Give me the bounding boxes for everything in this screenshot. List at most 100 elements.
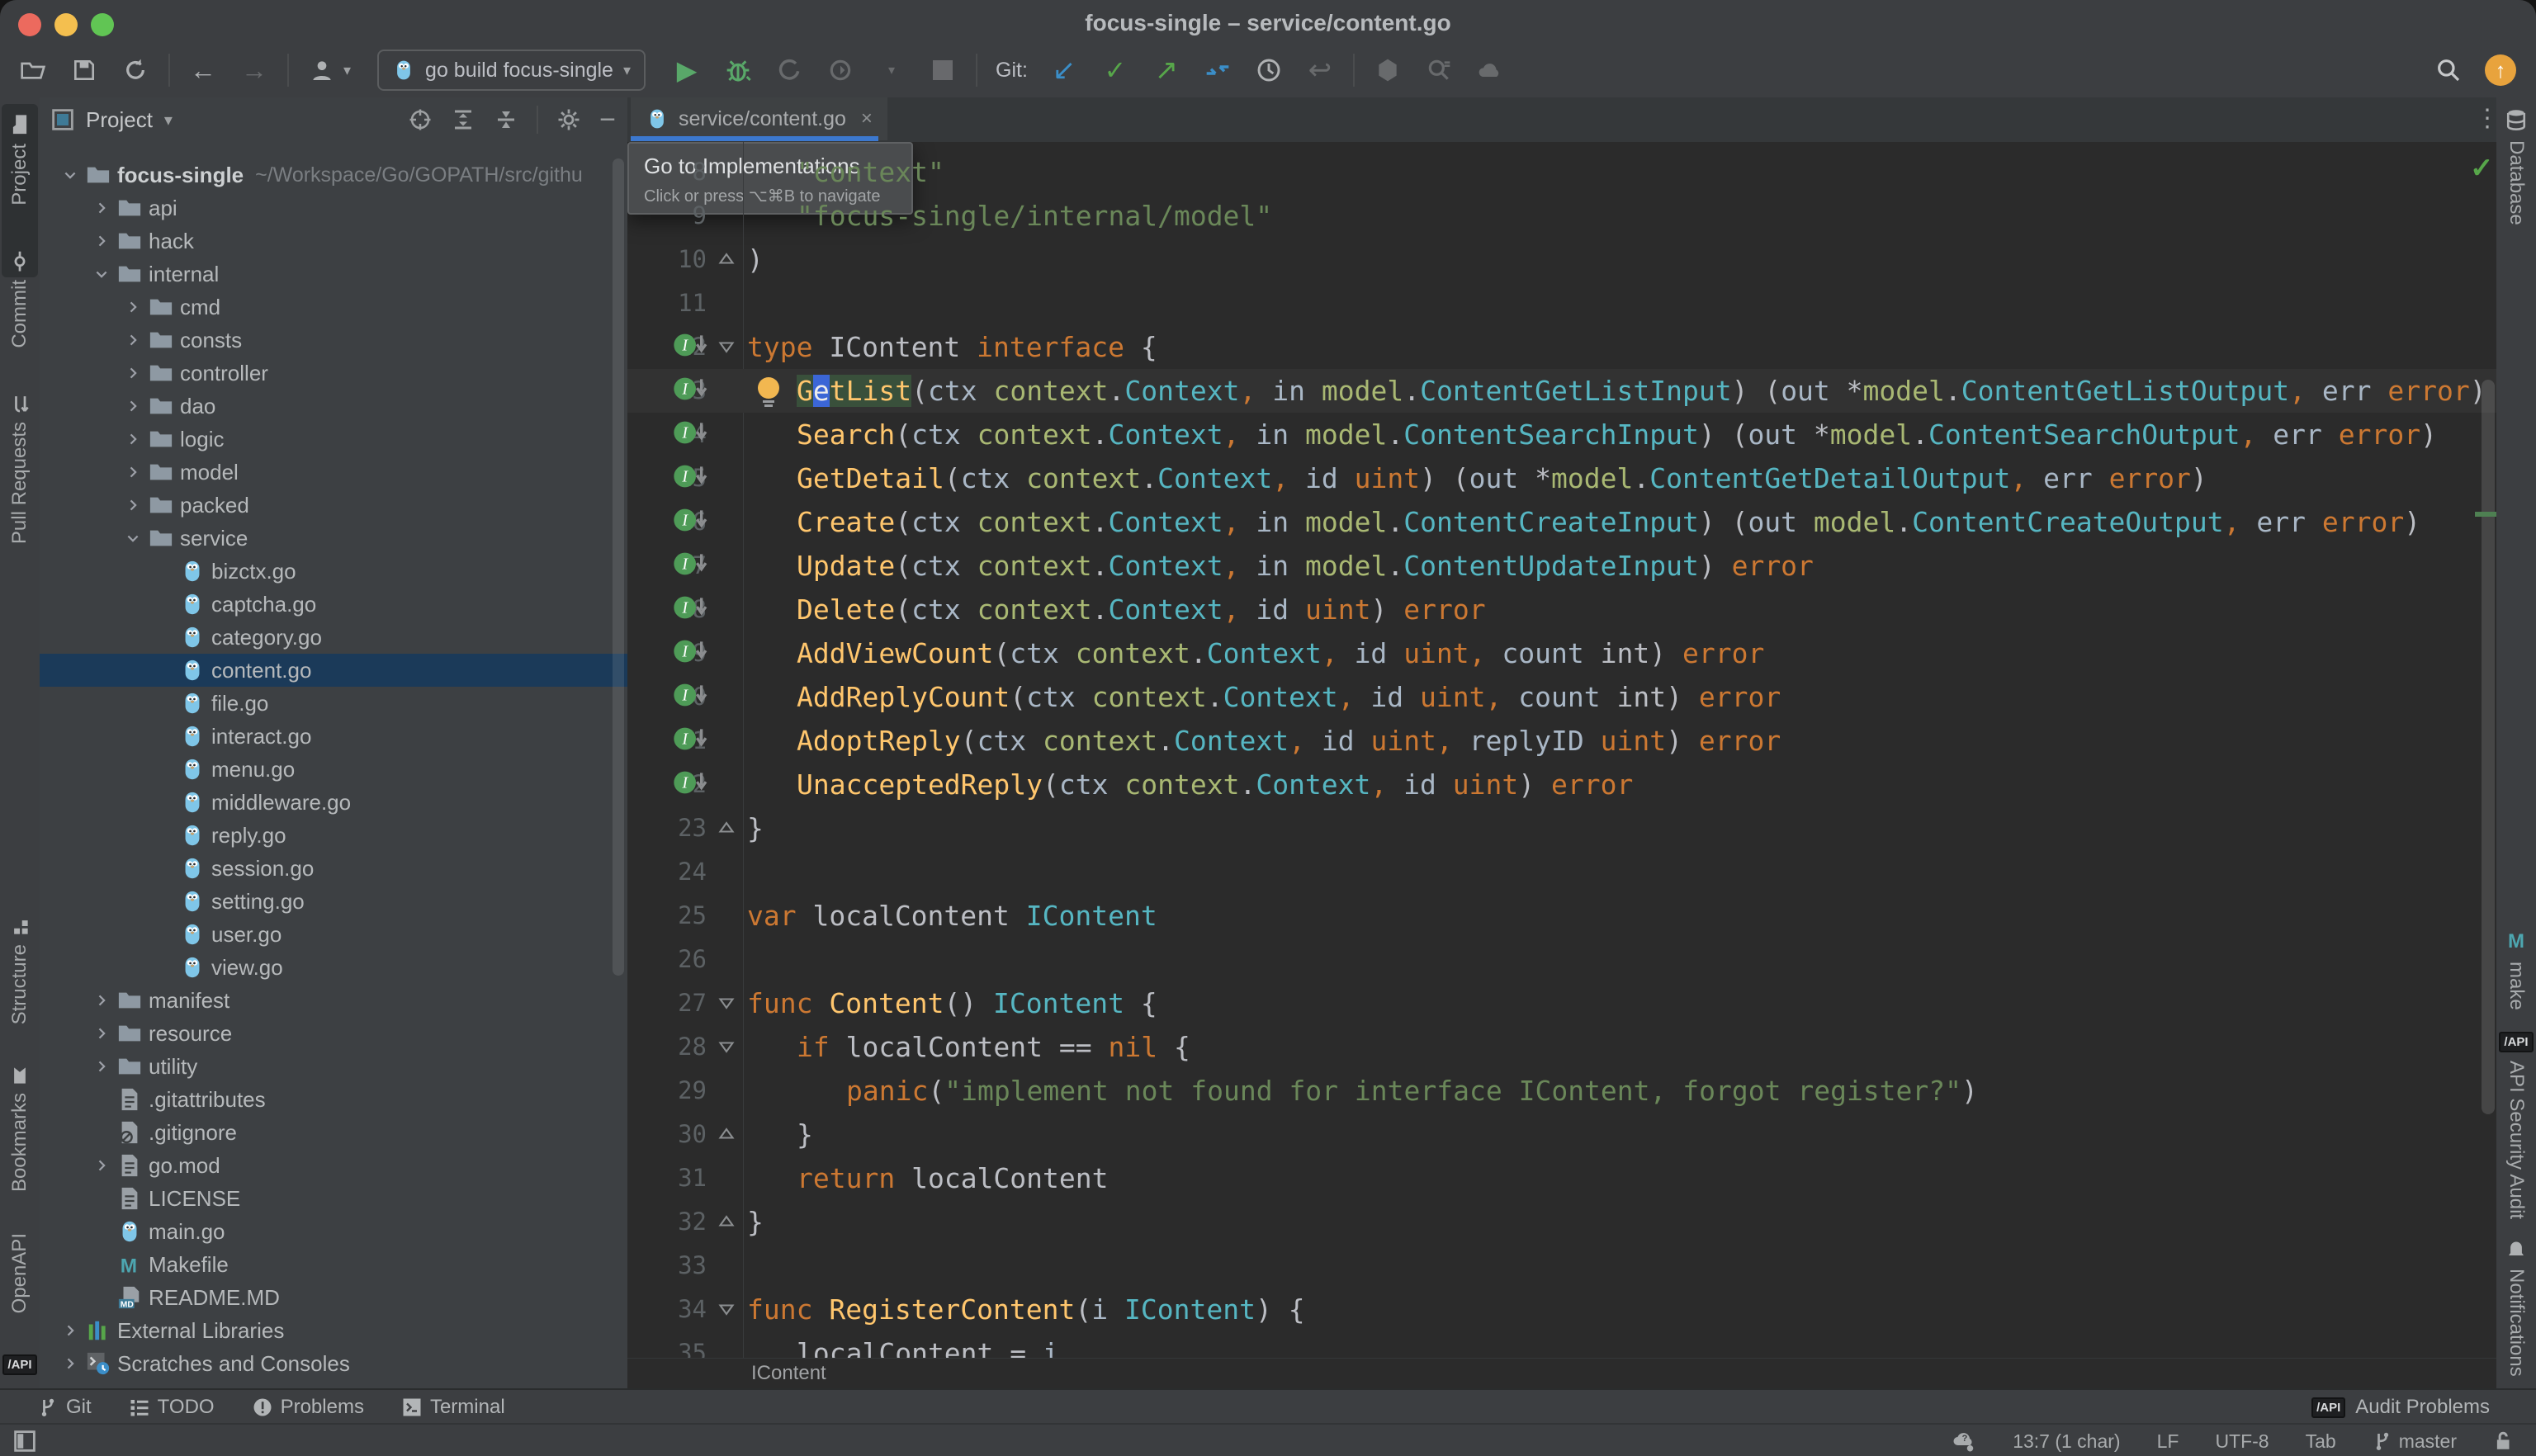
tree-row-packed[interactable]: packed [40, 489, 627, 522]
code-line-8[interactable]: 8"context" [627, 150, 2496, 194]
fold-marker-icon[interactable] [717, 1124, 736, 1144]
toolwindow-tab-git[interactable]: Git [38, 1396, 92, 1419]
git-update-icon[interactable]: ↙ [1049, 55, 1079, 85]
tree-row-cmd[interactable]: cmd [40, 291, 627, 324]
tree-chevron-icon[interactable] [54, 1355, 86, 1372]
tree-chevron-icon[interactable] [86, 1058, 117, 1075]
forward-icon[interactable]: → [239, 55, 269, 85]
tree-row-dao[interactable]: dao [40, 390, 627, 423]
fold-marker-icon[interactable] [717, 1299, 736, 1319]
code-line-21[interactable]: 21IAdoptReply(ctx context.Context, id ui… [627, 719, 2496, 763]
database-icon[interactable] [2505, 109, 2527, 130]
code-line-22[interactable]: 22IUnacceptedReply(ctx context.Context, … [627, 763, 2496, 806]
locate-file-icon[interactable] [408, 107, 433, 132]
code-line-27[interactable]: 27func Content() IContent { [627, 981, 2496, 1025]
code-line-30[interactable]: 30} [627, 1113, 2496, 1156]
git-branch-widget[interactable]: master [2373, 1430, 2457, 1453]
tree-chevron-icon[interactable] [86, 992, 117, 1009]
tree-row-user.go[interactable]: user.go [40, 918, 627, 951]
code-line-11[interactable]: 11 [627, 281, 2496, 325]
tree-row-utility[interactable]: utility [40, 1050, 627, 1083]
toolwindow-tab-commit[interactable]: Commit [8, 252, 31, 348]
project-panel-title[interactable]: Project [86, 107, 153, 133]
tree-chevron-icon[interactable] [117, 398, 149, 414]
implementations-gutter-icon[interactable]: I [674, 333, 710, 357]
rerun-icon[interactable] [826, 55, 855, 85]
code-line-10[interactable]: 10) [627, 238, 2496, 281]
tree-row-interact.go[interactable]: interact.go [40, 720, 627, 753]
run-icon[interactable]: ▶ [672, 55, 702, 85]
toolwindow-tab-api-security-audit[interactable]: /API API Security Audit [2499, 1032, 2533, 1219]
implementations-gutter-icon[interactable]: I [674, 639, 710, 664]
tree-row-main.go[interactable]: main.go [40, 1215, 627, 1248]
sync-icon[interactable] [121, 55, 150, 85]
implementations-gutter-icon[interactable]: I [674, 376, 710, 401]
code-line-13[interactable]: 13IGetList(ctx context.Context, in model… [627, 369, 2496, 413]
file-encoding[interactable]: UTF-8 [2215, 1430, 2269, 1453]
toolwindow-layout-icon[interactable] [13, 1430, 36, 1453]
caret-position[interactable]: 13:7 (1 char) [2013, 1430, 2120, 1453]
code-line-26[interactable]: 26 [627, 938, 2496, 981]
tree-row-readme.md[interactable]: MDREADME.MD [40, 1281, 627, 1314]
search-everywhere-icon[interactable] [2434, 55, 2463, 85]
tree-row-makefile[interactable]: MMakefile [40, 1248, 627, 1281]
editor-options-kebab-icon[interactable]: ⋮ [2475, 104, 2500, 133]
code-line-28[interactable]: 28if localContent == nil { [627, 1025, 2496, 1069]
tree-chevron-icon[interactable] [54, 1322, 86, 1339]
tree-row-bizctx.go[interactable]: bizctx.go [40, 555, 627, 588]
code-line-25[interactable]: 25var localContent IContent [627, 894, 2496, 938]
project-tree-scrollbar[interactable] [613, 158, 624, 976]
toolwindow-tab-project[interactable]: Project [8, 114, 31, 206]
toolwindow-tab-structure[interactable]: Structure [8, 918, 31, 1024]
tree-chevron-icon[interactable] [86, 1157, 117, 1174]
git-merge-icon[interactable] [1203, 55, 1233, 85]
fold-marker-icon[interactable] [717, 1037, 736, 1057]
tree-row-resource[interactable]: resource [40, 1017, 627, 1050]
tree-row-middleware.go[interactable]: middleware.go [40, 786, 627, 819]
code-line-32[interactable]: 32} [627, 1200, 2496, 1244]
code-line-12[interactable]: 12Itype IContent interface { [627, 325, 2496, 369]
openapi-icon[interactable]: /API [2, 1354, 36, 1375]
tree-row-model[interactable]: model [40, 456, 627, 489]
update-available-icon[interactable]: ↑ [2485, 54, 2516, 86]
indent-style[interactable]: Tab [2306, 1430, 2336, 1453]
tree-row-file.go[interactable]: file.go [40, 687, 627, 720]
code-line-17[interactable]: 17IUpdate(ctx context.Context, in model.… [627, 544, 2496, 588]
tree-row-manifest[interactable]: manifest [40, 984, 627, 1017]
toolwindow-tab-todo[interactable]: TODO [130, 1396, 215, 1419]
code-line-15[interactable]: 15IGetDetail(ctx context.Context, id uin… [627, 456, 2496, 500]
fold-marker-icon[interactable] [717, 818, 736, 838]
implementations-gutter-icon[interactable]: I [674, 770, 710, 795]
tree-row-session.go[interactable]: session.go [40, 852, 627, 885]
tree-row-logic[interactable]: logic [40, 423, 627, 456]
tree-chevron-icon[interactable] [54, 167, 86, 183]
code-line-19[interactable]: 19IAddViewCount(ctx context.Context, id … [627, 631, 2496, 675]
implementations-gutter-icon[interactable]: I [674, 551, 710, 576]
debug-icon[interactable] [723, 55, 753, 85]
tree-chevron-icon[interactable] [117, 299, 149, 315]
inspections-ok-icon[interactable]: ✓ [2470, 152, 2494, 185]
tab-close-icon[interactable]: × [861, 107, 873, 130]
tree-row-service[interactable]: service [40, 522, 627, 555]
code-editor[interactable]: 8"context"9"focus-single/internal/model"… [627, 142, 2496, 1358]
tree-row-consts[interactable]: consts [40, 324, 627, 357]
intention-bulb-icon[interactable] [758, 377, 779, 405]
collapse-all-icon[interactable] [494, 107, 518, 132]
editor-scrollbar[interactable] [2482, 380, 2495, 1114]
tree-row-.gitattributes[interactable]: .gitattributes [40, 1083, 627, 1116]
cloud-settings-icon[interactable]: ? [1952, 1429, 1976, 1454]
toolwindow-tab-notifications[interactable]: Notifications [2505, 1241, 2528, 1377]
implementations-gutter-icon[interactable]: I [674, 595, 710, 620]
code-line-24[interactable]: 24 [627, 850, 2496, 894]
code-line-35[interactable]: 35localContent = i [627, 1331, 2496, 1358]
unlocked-icon[interactable] [2493, 1430, 2515, 1452]
breadcrumb-item[interactable]: IContent [751, 1362, 826, 1385]
tree-chevron-icon[interactable] [117, 431, 149, 447]
tab-service-content-go[interactable]: service/content.go × [631, 97, 887, 140]
tree-row-external-libraries[interactable]: External Libraries [40, 1314, 627, 1347]
tree-row-category.go[interactable]: category.go [40, 621, 627, 654]
back-icon[interactable]: ← [188, 55, 218, 85]
history-icon[interactable] [1254, 55, 1284, 85]
profiler-icon[interactable] [774, 55, 804, 85]
git-push-icon[interactable]: ↗ [1152, 55, 1181, 85]
